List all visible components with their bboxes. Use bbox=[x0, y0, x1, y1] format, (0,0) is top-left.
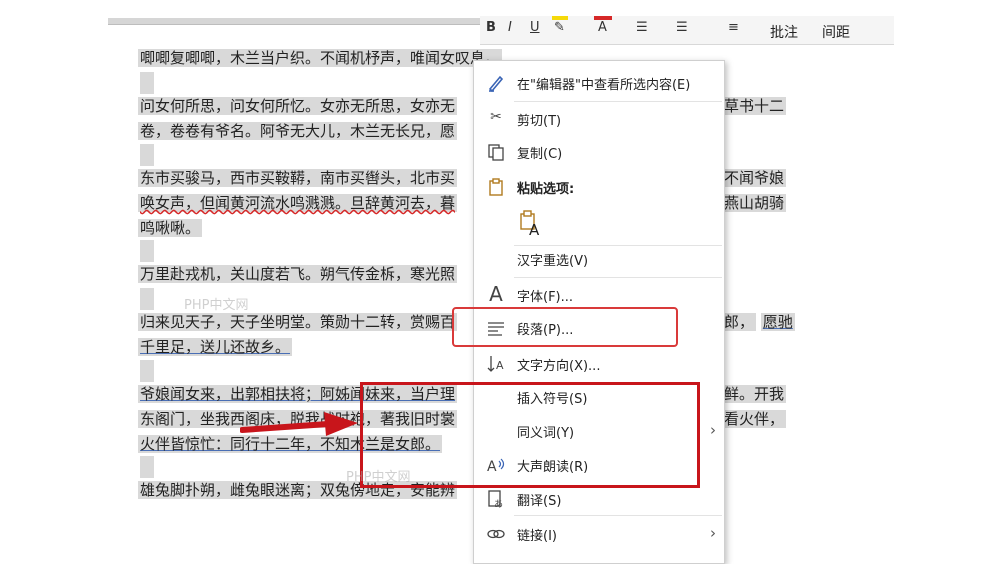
menu-item-label: 段落(P)... bbox=[517, 323, 574, 338]
paragraph-2: 问女何所思，问女何所忆。女亦无所思，女亦无 卷，卷卷有爷名。阿爷无大儿，木兰无长… bbox=[138, 94, 458, 144]
menu-item-link[interactable]: 链接(I) › bbox=[474, 518, 724, 550]
menu-item-paste-options: 粘贴选项: bbox=[474, 171, 724, 203]
paragraph-gap bbox=[140, 360, 154, 382]
chevron-right-icon: › bbox=[710, 421, 716, 439]
spacing-button[interactable]: 间距 bbox=[822, 22, 850, 42]
menu-item-insert-symbol[interactable]: 插入符号(S) bbox=[474, 381, 724, 413]
text-direction-icon: A bbox=[486, 354, 506, 374]
svg-text:A: A bbox=[496, 359, 504, 372]
font-color-bar bbox=[594, 16, 612, 20]
link-icon bbox=[486, 524, 506, 544]
menu-separator bbox=[514, 277, 722, 278]
text-fragment: 看火伴， bbox=[722, 410, 787, 428]
underline-button[interactable]: U bbox=[530, 20, 540, 35]
paragraph-gap bbox=[140, 144, 154, 166]
paragraph-gap bbox=[140, 240, 154, 262]
menu-item-label: 文字方向(X)... bbox=[517, 359, 601, 374]
chevron-right-icon: › bbox=[710, 524, 716, 542]
highlight-color-bar bbox=[552, 16, 568, 20]
menu-item-read-aloud[interactable]: A 大声朗读(R) bbox=[474, 449, 724, 481]
paragraph-icon bbox=[486, 318, 506, 338]
paste-keep-text-icon[interactable]: A bbox=[518, 209, 542, 239]
bold-button[interactable]: B bbox=[486, 20, 496, 35]
menu-item-label: 翻译(S) bbox=[517, 494, 562, 509]
menu-item-text-direction[interactable]: A 文字方向(X)... bbox=[474, 348, 724, 380]
menu-item-view-in-editor[interactable]: 在"编辑器"中查看所选内容(E) bbox=[474, 67, 724, 99]
italic-button[interactable]: I bbox=[508, 20, 512, 35]
translate-icon: あ bbox=[486, 489, 506, 510]
menu-separator bbox=[514, 515, 722, 516]
text-line: 归来见天子，天子坐明堂。策勋十二转，赏赐百 bbox=[138, 313, 458, 331]
highlight-icon[interactable]: ✎ bbox=[554, 20, 565, 35]
text-fragment: 燕山胡骑 bbox=[722, 194, 787, 212]
text-fragment: 郎， bbox=[722, 313, 757, 331]
menu-item-cut[interactable]: ✂ 剪切(T) bbox=[474, 103, 724, 135]
text-line: 万里赴戎机，关山度若飞。朔气传金柝，寒光照 bbox=[138, 265, 458, 283]
paragraph-4: 万里赴戎机，关山度若飞。朔气传金柝，寒光照 bbox=[138, 262, 458, 287]
styles-icon[interactable]: ≡ bbox=[728, 20, 739, 35]
menu-item-label: 剪切(T) bbox=[517, 114, 562, 129]
menu-item-label: 粘贴选项: bbox=[517, 182, 575, 197]
menu-separator bbox=[514, 101, 722, 102]
copy-icon bbox=[486, 142, 506, 162]
numbering-icon[interactable]: ☰ bbox=[676, 20, 688, 35]
read-aloud-icon: A bbox=[486, 455, 506, 475]
watermark: PHP中文网 bbox=[346, 470, 411, 485]
menu-item-label: 同义词(Y) bbox=[517, 426, 575, 441]
menu-item-label: 大声朗读(R) bbox=[517, 460, 589, 475]
font-icon: A bbox=[489, 282, 503, 306]
paste-glyph: A bbox=[529, 221, 540, 239]
annotation-arrow-icon bbox=[240, 412, 358, 436]
text-line: 卷，卷卷有爷名。阿爷无大儿，木兰无长兄，愿 bbox=[138, 122, 458, 140]
text-fragment: 不闻爷娘 bbox=[722, 169, 787, 187]
menu-item-label: 字体(F)... bbox=[517, 290, 574, 305]
menu-item-font[interactable]: A 字体(F)... bbox=[474, 279, 724, 311]
paragraph-1: 唧唧复唧唧，木兰当户织。不闻机杼声，唯闻女叹息。 bbox=[138, 46, 503, 71]
menu-item-paragraph[interactable]: 段落(P)... bbox=[474, 312, 724, 344]
text-fragment: 鲜。开我 bbox=[722, 385, 787, 403]
text-line: 问女何所思，问女何所忆。女亦无所思，女亦无 bbox=[138, 97, 458, 115]
text-line: 爷娘闻女来，出郭相扶将；阿姊闻妹来，当户理 bbox=[138, 385, 458, 403]
paragraph-gap bbox=[140, 456, 154, 478]
scissors-icon: ✂ bbox=[490, 109, 502, 125]
ribbon-toolbar: B I U ✎ A ☰ ☰ ≡ 批注 间距 bbox=[480, 16, 894, 45]
text-line: 唧唧复唧唧，木兰当户织。不闻机杼声，唯闻女叹息。 bbox=[138, 49, 503, 67]
menu-item-copy[interactable]: 复制(C) bbox=[474, 136, 724, 168]
menu-item-reconvert[interactable]: 汉字重选(V) bbox=[474, 243, 724, 275]
text-line: 唤女声，但闻黄河流水鸣溅溅。旦辞黄河去，暮 bbox=[138, 194, 458, 212]
menu-item-label: 复制(C) bbox=[517, 147, 563, 162]
bullets-icon[interactable]: ☰ bbox=[636, 20, 648, 35]
menu-item-translate[interactable]: あ 翻译(S) bbox=[474, 483, 724, 515]
text-line: 鸣啾啾。 bbox=[138, 219, 203, 237]
text-fragment: 草书十二 bbox=[722, 97, 787, 115]
paragraph-5: 归来见天子，天子坐明堂。策勋十二转，赏赐百 千里足，送儿还故乡。 bbox=[138, 310, 458, 360]
font-color-icon[interactable]: A bbox=[598, 20, 607, 35]
svg-text:あ: あ bbox=[494, 499, 503, 509]
pen-icon bbox=[486, 73, 506, 93]
text-line: 东市买骏马，西市买鞍鞯，南市买辔头，北市买 bbox=[138, 169, 458, 187]
menu-item-label: 插入符号(S) bbox=[517, 392, 588, 407]
menu-item-label: 链接(I) bbox=[517, 529, 557, 544]
clipboard-icon bbox=[486, 177, 506, 197]
paragraph-3: 东市买骏马，西市买鞍鞯，南市买辔头，北市买 唤女声，但闻黄河流水鸣溅溅。旦辞黄河… bbox=[138, 166, 458, 241]
paragraph-gap bbox=[140, 288, 154, 310]
menu-item-synonyms[interactable]: 同义词(Y) › bbox=[474, 415, 724, 447]
text-line: 千里足，送儿还故乡。 bbox=[138, 338, 293, 356]
menu-item-label: 汉字重选(V) bbox=[517, 254, 589, 269]
svg-text:A: A bbox=[487, 459, 497, 475]
comment-button[interactable]: 批注 bbox=[770, 22, 798, 42]
menu-item-label: 在"编辑器"中查看所选内容(E) bbox=[517, 78, 691, 93]
text-fragment: 愿驰 bbox=[760, 313, 795, 331]
watermark: PHP中文网 bbox=[184, 298, 249, 313]
paragraph-gap bbox=[140, 72, 154, 94]
context-menu: 在"编辑器"中查看所选内容(E) ✂ 剪切(T) 复制(C) 粘贴选项: A 汉… bbox=[473, 60, 725, 564]
